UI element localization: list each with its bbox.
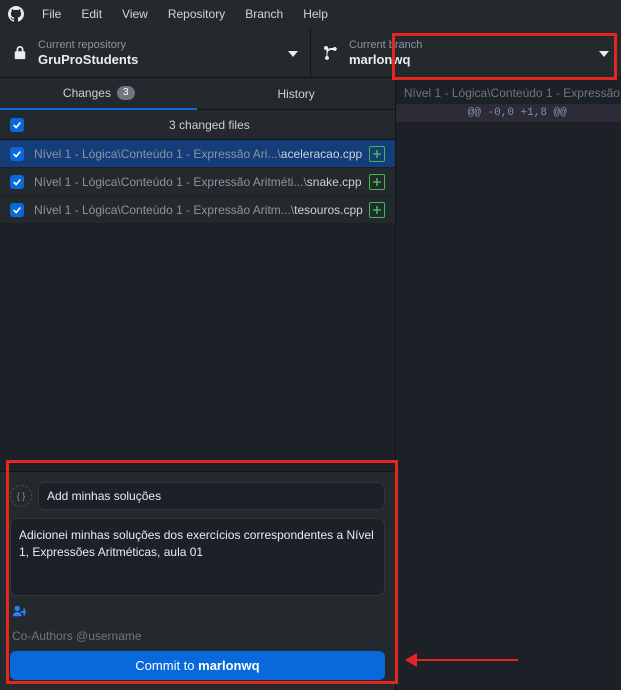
left-tabs: Changes 3 History	[0, 78, 395, 110]
coauthors-field[interactable]: Co-Authors @username	[10, 625, 385, 651]
file-row[interactable]: Nível 1 - Lógica\Conteúdo 1 - Expressão …	[0, 140, 395, 168]
caret-down-icon	[599, 46, 609, 60]
files-header-label: 3 changed files	[34, 118, 385, 132]
branch-label: Current branch	[349, 38, 422, 52]
left-panel: Changes 3 History 3 changed files Nível …	[0, 78, 396, 690]
added-icon	[369, 174, 385, 190]
menu-branch[interactable]: Branch	[237, 5, 291, 23]
menu-repository[interactable]: Repository	[160, 5, 233, 23]
menu-help[interactable]: Help	[295, 5, 336, 23]
diff-file-path: Nível 1 - Lógica\Conteúdo 1 - Expressão …	[396, 84, 621, 102]
file-path: Nível 1 - Lógica\Conteúdo 1 - Expressão …	[34, 175, 363, 189]
add-coauthor-icon[interactable]	[12, 604, 26, 621]
tab-changes[interactable]: Changes 3	[0, 78, 197, 110]
commit-description-input[interactable]: Adicionei minhas soluções dos exercícios…	[10, 518, 385, 596]
branch-selector[interactable]: Current branch marlonwq	[311, 28, 621, 77]
changes-count-badge: 3	[117, 86, 135, 100]
file-row[interactable]: Nível 1 - Lógica\Conteúdo 1 - Expressão …	[0, 196, 395, 224]
github-logo-icon	[8, 6, 24, 22]
file-row[interactable]: Nível 1 - Lógica\Conteúdo 1 - Expressão …	[0, 168, 395, 196]
commit-button-prefix: Commit to	[135, 658, 198, 673]
diff-hunk-header: @@ -0,0 +1,8 @@	[396, 104, 621, 122]
tab-changes-label: Changes	[63, 86, 111, 100]
file-path: Nível 1 - Lógica\Conteúdo 1 - Expressão …	[34, 147, 363, 161]
file-path: Nível 1 - Lógica\Conteúdo 1 - Expressão …	[34, 203, 363, 217]
select-all-checkbox[interactable]	[10, 118, 24, 132]
file-checkbox[interactable]	[10, 175, 24, 189]
commit-summary-input[interactable]	[38, 482, 385, 510]
menu-file[interactable]: File	[34, 5, 69, 23]
annotation-arrow	[408, 656, 518, 664]
added-icon	[369, 146, 385, 162]
commit-button-branch: marlonwq	[198, 658, 259, 673]
repo-selector[interactable]: Current repository GruProStudents	[0, 28, 311, 77]
file-list: Nível 1 - Lógica\Conteúdo 1 - Expressão …	[0, 140, 395, 471]
tab-history[interactable]: History	[197, 78, 394, 110]
toolbar: Current repository GruProStudents Curren…	[0, 28, 621, 78]
caret-down-icon	[288, 46, 298, 60]
tab-history-label: History	[277, 87, 314, 101]
file-checkbox[interactable]	[10, 147, 24, 161]
files-header: 3 changed files	[0, 110, 395, 140]
avatar-placeholder-icon: { }	[10, 485, 32, 507]
file-checkbox[interactable]	[10, 203, 24, 217]
menu-view[interactable]: View	[114, 5, 156, 23]
commit-button[interactable]: Commit to marlonwq	[10, 651, 385, 680]
lock-icon	[12, 45, 28, 61]
app-menubar: File Edit View Repository Branch Help	[0, 0, 621, 28]
added-icon	[369, 202, 385, 218]
branch-name: marlonwq	[349, 52, 422, 68]
git-branch-icon	[323, 45, 339, 61]
commit-form: { } Adicionei minhas soluções dos exercí…	[0, 471, 395, 690]
diff-panel: Nível 1 - Lógica\Conteúdo 1 - Expressão …	[396, 78, 621, 690]
repo-label: Current repository	[38, 38, 138, 52]
menu-edit[interactable]: Edit	[73, 5, 110, 23]
repo-name: GruProStudents	[38, 52, 138, 68]
